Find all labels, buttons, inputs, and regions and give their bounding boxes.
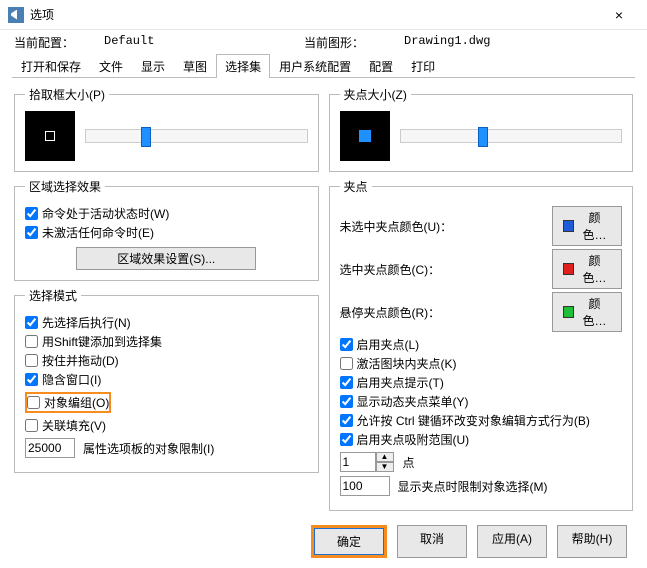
help-button[interactable]: 帮助(H): [557, 525, 627, 558]
grip-color-button-0[interactable]: 颜色…: [552, 206, 622, 246]
grip-check-2[interactable]: 启用夹点提示(T): [340, 374, 623, 391]
app-icon: [8, 7, 24, 23]
tab-3[interactable]: 草图: [174, 54, 216, 78]
gripsize-slider[interactable]: [400, 129, 623, 143]
region-legend: 区域选择效果: [25, 178, 105, 195]
mode-item-1[interactable]: 用Shift键添加到选择集: [25, 333, 308, 350]
grip-square-icon: [359, 130, 371, 142]
grips-group: 夹点 未选中夹点颜色(U)：颜色…选中夹点颜色(C)：颜色…悬停夹点颜色(R)：…: [329, 178, 634, 511]
grip-spin[interactable]: ▲▼: [340, 452, 395, 472]
spin-down-icon[interactable]: ▼: [376, 462, 394, 472]
current-config-value: Default: [104, 34, 304, 51]
spin-up-icon[interactable]: ▲: [376, 452, 394, 462]
grip-check-3[interactable]: 显示动态夹点菜单(Y): [340, 393, 623, 410]
apply-button[interactable]: 应用(A): [477, 525, 547, 558]
grip-color-row-2: 悬停夹点颜色(R)：颜色…: [340, 292, 623, 332]
grip-color-button-1[interactable]: 颜色…: [552, 249, 622, 289]
current-drawing-label: 当前图形：: [304, 34, 404, 51]
region-cmd-active[interactable]: 命令处于活动状态时(W): [25, 205, 308, 222]
tab-7[interactable]: 打印: [402, 54, 444, 78]
region-settings-button[interactable]: 区域效果设置(S)...: [76, 247, 256, 270]
mode-legend: 选择模式: [25, 287, 81, 304]
pickbox-preview: [25, 111, 75, 161]
pickbox-legend: 拾取框大小(P): [25, 86, 109, 103]
grip-spin-label: 点: [403, 454, 415, 471]
grip-limit-label: 显示夹点时限制对象选择(M): [398, 478, 548, 495]
mode-limit-label: 属性选项板的对象限制(I): [83, 440, 214, 457]
ok-button[interactable]: 确定: [314, 528, 384, 555]
grip-check-5[interactable]: 启用夹点吸附范围(U): [340, 431, 623, 448]
grip-color-row-0: 未选中夹点颜色(U)：颜色…: [340, 206, 623, 246]
mode-item-2[interactable]: 按住并拖动(D): [25, 352, 308, 369]
gripsize-group: 夹点大小(Z): [329, 86, 634, 172]
gripsize-preview: [340, 111, 390, 161]
grip-color-row-1: 选中夹点颜色(C)：颜色…: [340, 249, 623, 289]
grips-legend: 夹点: [340, 178, 372, 195]
grip-check-1[interactable]: 激活图块内夹点(K): [340, 355, 623, 372]
region-group: 区域选择效果 命令处于活动状态时(W) 未激活任何命令时(E) 区域效果设置(S…: [14, 178, 319, 281]
pickbox-group: 拾取框大小(P): [14, 86, 319, 172]
grip-check-4[interactable]: 允许按 Ctrl 键循环改变对象编辑方式行为(B): [340, 412, 623, 429]
current-config-label: 当前配置：: [14, 34, 104, 51]
tab-5[interactable]: 用户系统配置: [270, 54, 360, 78]
tab-2[interactable]: 显示: [132, 54, 174, 78]
pickbox-square-icon: [45, 131, 55, 141]
mode-group: 选择模式 先选择后执行(N) 用Shift键添加到选择集按住并拖动(D) 隐含窗口(…: [14, 287, 319, 473]
close-icon[interactable]: ×: [599, 7, 639, 23]
window-title: 选项: [30, 6, 599, 23]
mode-item-4[interactable]: 对象编组(O): [25, 392, 111, 413]
mode-item-5[interactable]: 关联填充(V): [25, 417, 308, 434]
cancel-button[interactable]: 取消: [397, 525, 467, 558]
tab-6[interactable]: 配置: [360, 54, 402, 78]
pickbox-slider[interactable]: [85, 129, 308, 143]
mode-limit-input[interactable]: [25, 438, 75, 458]
tab-4[interactable]: 选择集: [216, 54, 270, 78]
grip-limit-input[interactable]: [340, 476, 390, 496]
grip-color-button-2[interactable]: 颜色…: [552, 292, 622, 332]
mode-item-3[interactable]: 隐含窗口(I): [25, 371, 308, 388]
gripsize-legend: 夹点大小(Z): [340, 86, 411, 103]
grip-check-0[interactable]: 启用夹点(L): [340, 336, 623, 353]
mode-item-0[interactable]: 先选择后执行(N): [25, 314, 308, 331]
region-nocmd-active[interactable]: 未激活任何命令时(E): [25, 224, 308, 241]
current-drawing-value: Drawing1.dwg: [404, 34, 490, 51]
tab-1[interactable]: 文件: [90, 54, 132, 78]
tab-0[interactable]: 打开和保存: [12, 54, 90, 78]
